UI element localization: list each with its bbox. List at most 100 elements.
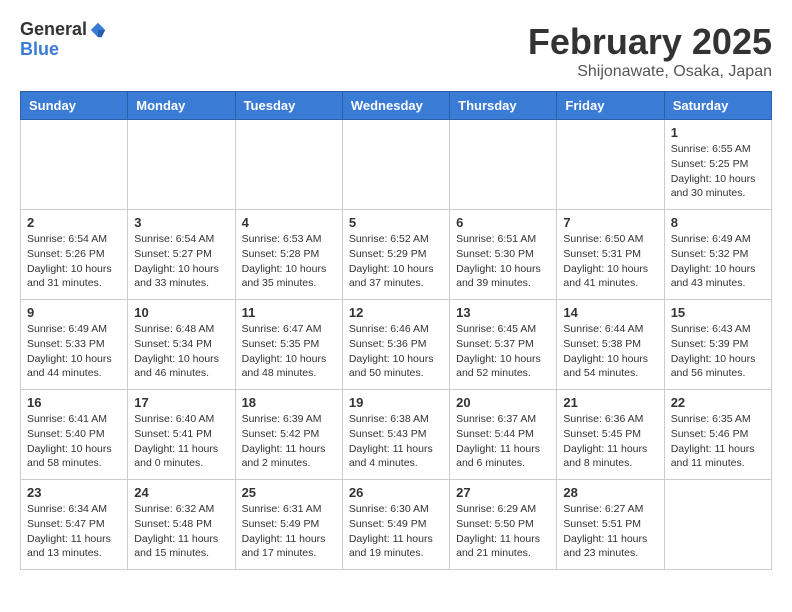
logo-icon — [89, 21, 107, 39]
day-info: Sunrise: 6:40 AM Sunset: 5:41 PM Dayligh… — [134, 412, 228, 471]
calendar-title: February 2025 — [528, 20, 772, 63]
calendar-cell: 8 Sunrise: 6:49 AM Sunset: 5:32 PM Daylig… — [664, 210, 771, 300]
calendar-header-monday: Monday — [128, 92, 235, 120]
calendar-cell: 2 Sunrise: 6:54 AM Sunset: 5:26 PM Daylig… — [21, 210, 128, 300]
day-info: Sunrise: 6:39 AM Sunset: 5:42 PM Dayligh… — [242, 412, 336, 471]
calendar-header-tuesday: Tuesday — [235, 92, 342, 120]
calendar-cell: 3 Sunrise: 6:54 AM Sunset: 5:27 PM Daylig… — [128, 210, 235, 300]
day-number: 6 — [456, 215, 550, 230]
day-info: Sunrise: 6:31 AM Sunset: 5:49 PM Dayligh… — [242, 502, 336, 561]
day-number: 2 — [27, 215, 121, 230]
calendar-cell: 17 Sunrise: 6:40 AM Sunset: 5:41 PM Dayli… — [128, 390, 235, 480]
day-number: 4 — [242, 215, 336, 230]
calendar-cell: 20 Sunrise: 6:37 AM Sunset: 5:44 PM Dayli… — [450, 390, 557, 480]
day-number: 8 — [671, 215, 765, 230]
week-row-1: 1 Sunrise: 6:55 AM Sunset: 5:25 PM Daylig… — [21, 120, 772, 210]
day-info: Sunrise: 6:44 AM Sunset: 5:38 PM Dayligh… — [563, 322, 657, 381]
calendar-cell: 4 Sunrise: 6:53 AM Sunset: 5:28 PM Daylig… — [235, 210, 342, 300]
calendar-cell: 26 Sunrise: 6:30 AM Sunset: 5:49 PM Dayli… — [342, 480, 449, 570]
calendar-cell — [557, 120, 664, 210]
day-info: Sunrise: 6:43 AM Sunset: 5:39 PM Dayligh… — [671, 322, 765, 381]
week-row-3: 9 Sunrise: 6:49 AM Sunset: 5:33 PM Daylig… — [21, 300, 772, 390]
day-info: Sunrise: 6:27 AM Sunset: 5:51 PM Dayligh… — [563, 502, 657, 561]
day-info: Sunrise: 6:36 AM Sunset: 5:45 PM Dayligh… — [563, 412, 657, 471]
day-number: 26 — [349, 485, 443, 500]
day-info: Sunrise: 6:50 AM Sunset: 5:31 PM Dayligh… — [563, 232, 657, 291]
day-info: Sunrise: 6:37 AM Sunset: 5:44 PM Dayligh… — [456, 412, 550, 471]
calendar-header-wednesday: Wednesday — [342, 92, 449, 120]
calendar-cell — [664, 480, 771, 570]
calendar-cell — [235, 120, 342, 210]
page-header: General Blue February 2025 Shijonawate, … — [20, 20, 772, 81]
calendar-cell: 28 Sunrise: 6:27 AM Sunset: 5:51 PM Dayli… — [557, 480, 664, 570]
day-number: 9 — [27, 305, 121, 320]
day-info: Sunrise: 6:55 AM Sunset: 5:25 PM Dayligh… — [671, 142, 765, 201]
day-number: 25 — [242, 485, 336, 500]
calendar-subtitle: Shijonawate, Osaka, Japan — [528, 63, 772, 81]
day-number: 5 — [349, 215, 443, 230]
day-info: Sunrise: 6:34 AM Sunset: 5:47 PM Dayligh… — [27, 502, 121, 561]
day-number: 24 — [134, 485, 228, 500]
day-info: Sunrise: 6:48 AM Sunset: 5:34 PM Dayligh… — [134, 322, 228, 381]
calendar-cell: 22 Sunrise: 6:35 AM Sunset: 5:46 PM Dayli… — [664, 390, 771, 480]
day-number: 3 — [134, 215, 228, 230]
calendar-cell: 11 Sunrise: 6:47 AM Sunset: 5:35 PM Dayli… — [235, 300, 342, 390]
logo-blue-text: Blue — [20, 40, 59, 60]
day-info: Sunrise: 6:51 AM Sunset: 5:30 PM Dayligh… — [456, 232, 550, 291]
day-info: Sunrise: 6:32 AM Sunset: 5:48 PM Dayligh… — [134, 502, 228, 561]
week-row-5: 23Sunrise: 6:34 AM Sunset: 5:47 PM Dayli… — [21, 480, 772, 570]
day-info: Sunrise: 6:54 AM Sunset: 5:27 PM Dayligh… — [134, 232, 228, 291]
day-info: Sunrise: 6:52 AM Sunset: 5:29 PM Dayligh… — [349, 232, 443, 291]
day-info: Sunrise: 6:53 AM Sunset: 5:28 PM Dayligh… — [242, 232, 336, 291]
calendar-cell: 7 Sunrise: 6:50 AM Sunset: 5:31 PM Daylig… — [557, 210, 664, 300]
calendar-table: SundayMondayTuesdayWednesdayThursdayFrid… — [20, 91, 772, 570]
calendar-cell: 14 Sunrise: 6:44 AM Sunset: 5:38 PM Dayli… — [557, 300, 664, 390]
day-number: 13 — [456, 305, 550, 320]
calendar-cell — [342, 120, 449, 210]
calendar-cell: 15 Sunrise: 6:43 AM Sunset: 5:39 PM Dayli… — [664, 300, 771, 390]
day-info: Sunrise: 6:46 AM Sunset: 5:36 PM Dayligh… — [349, 322, 443, 381]
day-number: 12 — [349, 305, 443, 320]
day-number: 10 — [134, 305, 228, 320]
day-number: 28 — [563, 485, 657, 500]
day-info: Sunrise: 6:35 AM Sunset: 5:46 PM Dayligh… — [671, 412, 765, 471]
day-number: 18 — [242, 395, 336, 410]
day-number: 20 — [456, 395, 550, 410]
calendar-cell: 23Sunrise: 6:34 AM Sunset: 5:47 PM Dayli… — [21, 480, 128, 570]
calendar-cell: 10 Sunrise: 6:48 AM Sunset: 5:34 PM Dayli… — [128, 300, 235, 390]
calendar-cell: 25 Sunrise: 6:31 AM Sunset: 5:49 PM Dayli… — [235, 480, 342, 570]
calendar-cell: 16Sunrise: 6:41 AM Sunset: 5:40 PM Dayli… — [21, 390, 128, 480]
calendar-header-saturday: Saturday — [664, 92, 771, 120]
day-number: 14 — [563, 305, 657, 320]
calendar-cell: 1 Sunrise: 6:55 AM Sunset: 5:25 PM Daylig… — [664, 120, 771, 210]
day-number: 7 — [563, 215, 657, 230]
calendar-header-sunday: Sunday — [21, 92, 128, 120]
calendar-cell: 24 Sunrise: 6:32 AM Sunset: 5:48 PM Dayli… — [128, 480, 235, 570]
calendar-cell: 18 Sunrise: 6:39 AM Sunset: 5:42 PM Dayli… — [235, 390, 342, 480]
day-number: 17 — [134, 395, 228, 410]
calendar-header-row: SundayMondayTuesdayWednesdayThursdayFrid… — [21, 92, 772, 120]
calendar-cell: 19Sunrise: 6:38 AM Sunset: 5:43 PM Dayli… — [342, 390, 449, 480]
day-number: 21 — [563, 395, 657, 410]
day-number: 1 — [671, 125, 765, 140]
calendar-cell — [128, 120, 235, 210]
calendar-cell — [21, 120, 128, 210]
day-info: Sunrise: 6:47 AM Sunset: 5:35 PM Dayligh… — [242, 322, 336, 381]
day-info: Sunrise: 6:49 AM Sunset: 5:32 PM Dayligh… — [671, 232, 765, 291]
day-info: Sunrise: 6:45 AM Sunset: 5:37 PM Dayligh… — [456, 322, 550, 381]
calendar-cell — [450, 120, 557, 210]
day-number: 11 — [242, 305, 336, 320]
day-number: 22 — [671, 395, 765, 410]
day-number: 27 — [456, 485, 550, 500]
calendar-cell: 13 Sunrise: 6:45 AM Sunset: 5:37 PM Dayli… — [450, 300, 557, 390]
week-row-4: 16Sunrise: 6:41 AM Sunset: 5:40 PM Dayli… — [21, 390, 772, 480]
week-row-2: 2 Sunrise: 6:54 AM Sunset: 5:26 PM Daylig… — [21, 210, 772, 300]
day-number: 15 — [671, 305, 765, 320]
title-section: February 2025 Shijonawate, Osaka, Japan — [528, 20, 772, 81]
calendar-cell: 21 Sunrise: 6:36 AM Sunset: 5:45 PM Dayli… — [557, 390, 664, 480]
day-info: Sunrise: 6:30 AM Sunset: 5:49 PM Dayligh… — [349, 502, 443, 561]
day-info: Sunrise: 6:41 AM Sunset: 5:40 PM Dayligh… — [27, 412, 121, 471]
logo-general-text: General — [20, 20, 87, 40]
day-info: Sunrise: 6:54 AM Sunset: 5:26 PM Dayligh… — [27, 232, 121, 291]
day-info: Sunrise: 6:49 AM Sunset: 5:33 PM Dayligh… — [27, 322, 121, 381]
